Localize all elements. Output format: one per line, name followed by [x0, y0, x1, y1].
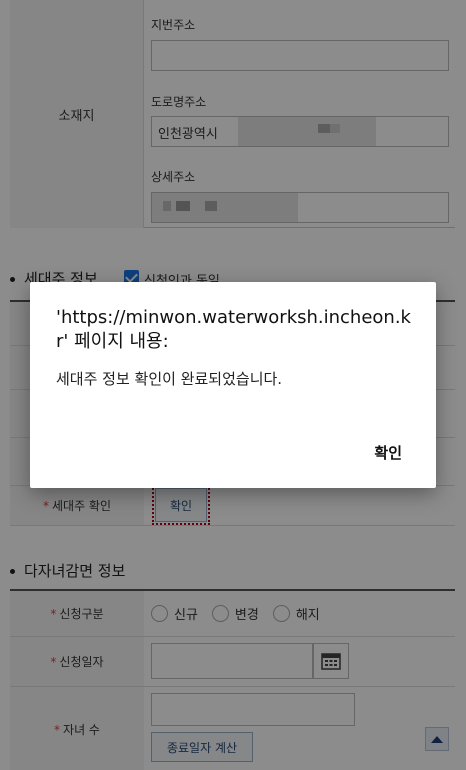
- dialog-message: 세대주 정보 확인이 완료되었습니다.: [56, 370, 283, 388]
- dialog-title: 'https://minwon.waterworksh.incheon.kr' …: [56, 307, 411, 352]
- alert-dialog: 'https://minwon.waterworksh.incheon.kr' …: [30, 282, 436, 488]
- dialog-ok-button[interactable]: 확인: [374, 442, 402, 463]
